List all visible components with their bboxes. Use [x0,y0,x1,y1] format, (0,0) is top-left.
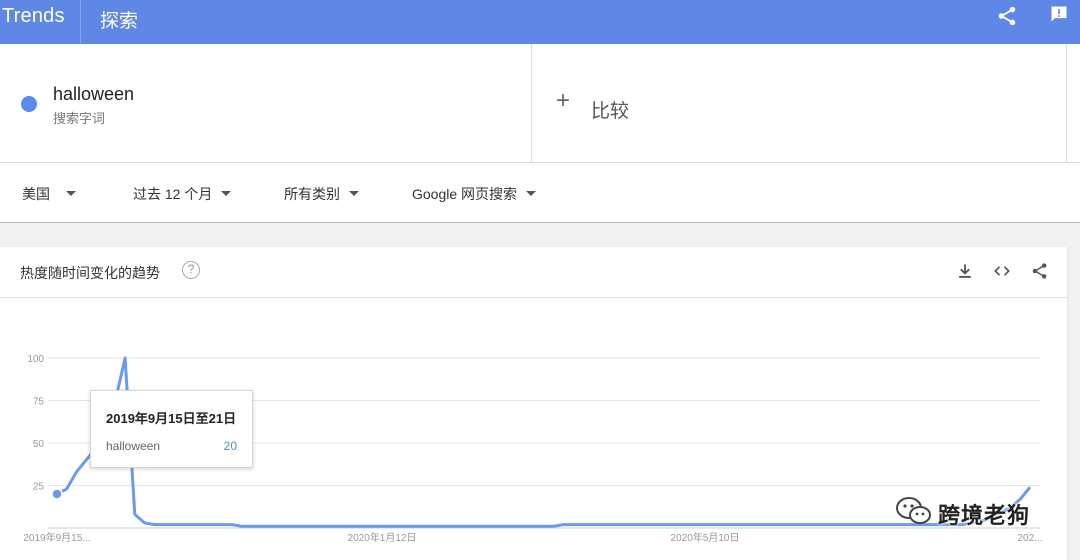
caret-down-icon [221,191,232,197]
search-term-name[interactable]: halloween [53,84,134,105]
app-header: Trends 探索 [0,0,1080,44]
chart-tooltip: 2019年9月15日至21日 halloween 20 [90,390,253,468]
y-tick-label: 25 [33,482,45,493]
nav-explore[interactable]: 探索 [100,6,138,33]
term-color-dot [21,96,37,112]
brand-logo[interactable]: Trends [2,5,65,28]
tooltip-date: 2019年9月15日至21日 [106,411,237,426]
tooltip-value: 20 [223,439,237,453]
caret-down-icon [66,191,76,197]
x-tick-label: 202... [1017,533,1042,544]
x-tick-label: 2020年5月10日 [671,531,740,544]
caret-down-icon [349,191,359,197]
search-type-label: Google 网页搜索 [412,186,518,202]
wechat-icon [896,497,931,524]
category-dropdown[interactable]: 所有类别 [284,184,359,204]
y-tick-label: 100 [27,354,44,365]
caret-down-icon [526,191,537,197]
category-label: 所有类别 [284,186,340,202]
region-dropdown[interactable]: 美国 [22,184,76,204]
plus-icon: + [556,87,571,114]
x-tick-label: 2020年1月12日 [348,531,417,544]
search-term-card[interactable]: halloween 搜索字词 [0,44,532,163]
y-tick-label: 50 [33,439,45,450]
compare-label: 比较 [591,101,630,122]
time-range-label: 过去 12 个月 [133,186,213,202]
search-type-dropdown[interactable]: Google 网页搜索 [412,184,537,204]
tooltip-term: halloween [106,439,161,453]
time-range-dropdown[interactable]: 过去 12 个月 [133,184,232,204]
y-tick-label: 75 [33,397,45,408]
region-label: 美国 [22,186,50,202]
hover-point [51,488,63,500]
filter-bar: 美国 过去 12 个月 所有类别 Google 网页搜索 [0,163,1080,223]
search-terms-row: halloween 搜索字词 + 比较 [0,44,1080,163]
search-term-type: 搜索字词 [53,111,106,126]
share-icon[interactable] [996,5,1018,27]
x-tick-label: 2019年9月15... [23,531,90,544]
compare-button[interactable]: + 比较 [532,44,1067,163]
feedback-icon[interactable] [1049,4,1069,24]
watermark-text: 跨境老狗 [938,503,1031,528]
header-divider [80,0,81,44]
